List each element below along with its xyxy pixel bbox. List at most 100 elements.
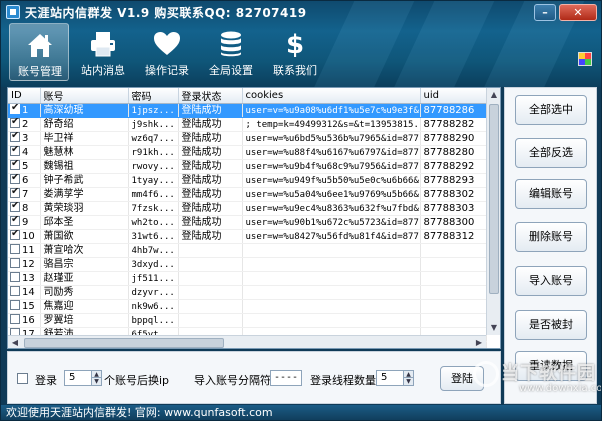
scroll-up-icon[interactable]: ▲	[487, 88, 500, 102]
check-banned-button[interactable]: 是否被封	[515, 310, 587, 340]
table-row[interactable]: 4 魅慧林r91kh...登陆成功user=w=%u88f4%u6167%u679…	[8, 145, 487, 160]
row-id-cell[interactable]: 6	[8, 173, 41, 188]
row-id-cell[interactable]: 1	[8, 103, 41, 118]
table-row[interactable]: 9 邱本圣wh2to...登陆成功user=w=%u90b1%u672c%u572…	[8, 215, 487, 230]
import-account-button[interactable]: 导入账号	[515, 266, 587, 296]
threads-stepper[interactable]: 5 ▲ ▼	[376, 370, 414, 386]
row-checkbox[interactable]	[10, 216, 20, 226]
table-row[interactable]: 16 罗翼培 bppql...	[8, 313, 487, 328]
row-id-cell[interactable]: 5	[8, 159, 41, 174]
row-id: 4	[22, 147, 29, 158]
row-id-cell[interactable]: 14	[8, 285, 41, 300]
row-checkbox[interactable]	[10, 286, 20, 296]
table-row[interactable]: 1 高深幼珉1jpsz...登陆成功user=v=%u9a08%u6df1%u5e…	[8, 103, 487, 118]
row-id-cell[interactable]: 11	[8, 243, 41, 258]
account-cell: 娄满莩学	[40, 187, 129, 202]
row-id-cell[interactable]: 16	[8, 313, 41, 328]
row-checkbox[interactable]	[10, 104, 20, 114]
select-all-button[interactable]: 全部选中	[515, 95, 587, 125]
row-checkbox[interactable]	[10, 202, 20, 212]
table-row[interactable]: 11 萧宣哈次 4hb7w...	[8, 243, 487, 258]
row-id-cell[interactable]: 9	[8, 215, 41, 230]
vertical-scrollbar[interactable]: ▲ ▼	[486, 88, 500, 335]
threads-label: 登录线程数量	[310, 374, 376, 387]
batch-count-stepper[interactable]: 5 ▲ ▼	[64, 370, 102, 386]
table-row[interactable]: 5 魏锡祖rwovy...登陆成功user=w=%u9b4f%u68c9%u795…	[8, 159, 487, 174]
login-label: 登录	[35, 374, 57, 387]
scroll-thumb[interactable]	[489, 104, 499, 294]
row-checkbox[interactable]	[10, 174, 20, 184]
separator-input[interactable]: ----	[270, 370, 302, 386]
account-cell: 赵瑾亚	[40, 271, 129, 286]
column-header[interactable]: cookies	[242, 88, 421, 104]
stepper-down-icon[interactable]: ▼	[91, 378, 101, 385]
delete-account-button[interactable]: 删除账号	[515, 222, 587, 252]
row-id-cell[interactable]: 10	[8, 229, 41, 244]
table-row[interactable]: 10 萧国欲31wt6...登陆成功user=w=%u8427%u56fd%u81…	[8, 229, 487, 244]
table-row[interactable]: 2 舒奇绍j9shk...登陆成功; temp=k=49499312&s=&t=1…	[8, 117, 487, 132]
close-button[interactable]: ✕	[559, 4, 597, 21]
row-checkbox[interactable]	[10, 244, 20, 254]
password-cell: 7fzsk...	[128, 201, 179, 216]
row-id-cell[interactable]: 4	[8, 145, 41, 160]
row-id-cell[interactable]: 12	[8, 257, 41, 272]
row-id-cell[interactable]: 8	[8, 201, 41, 216]
row-checkbox[interactable]	[10, 258, 20, 268]
row-checkbox[interactable]	[10, 132, 20, 142]
row-id-cell[interactable]: 2	[8, 117, 41, 132]
stepper-up-icon[interactable]: ▲	[91, 371, 101, 378]
stepper-down-icon[interactable]: ▼	[403, 378, 413, 385]
table-row[interactable]: 7 娄满莩学mm4f6...登陆成功user=w=%u5a04%u6ee1%u97…	[8, 187, 487, 202]
column-header[interactable]: ID	[8, 88, 41, 104]
password-cell: wh2to...	[128, 215, 179, 230]
row-id-cell[interactable]: 15	[8, 299, 41, 314]
cookies-cell: ; temp=k=49499312&s=&t=13953815...	[242, 117, 421, 132]
account-cell: 骆昌宗	[40, 257, 129, 272]
horizontal-scrollbar[interactable]: ◀ ▶	[8, 335, 486, 348]
table-row[interactable]: 15 焦嘉迎 nk9w6...	[8, 299, 487, 314]
tool-operation-log[interactable]: 操作记录	[137, 23, 197, 81]
row-id-cell[interactable]: 13	[8, 271, 41, 286]
row-checkbox[interactable]	[10, 118, 20, 128]
cookies-cell	[242, 243, 421, 258]
tool-site-message[interactable]: 站内消息	[73, 23, 133, 81]
row-checkbox[interactable]	[10, 300, 20, 310]
tool-contact-us[interactable]: $ 联系我们	[265, 23, 325, 81]
row-id-cell[interactable]: 7	[8, 187, 41, 202]
uid-cell: 87788300	[420, 215, 487, 230]
scroll-down-icon[interactable]: ▼	[487, 321, 500, 335]
account-cell: 高深幼珉	[40, 103, 129, 118]
scroll-thumb[interactable]	[24, 338, 224, 348]
tool-account-management[interactable]: 账号管理	[9, 23, 69, 81]
column-header[interactable]: uid	[420, 88, 487, 104]
table-row[interactable]: 8 黄荣琰羽7fzsk...登陆成功user=w=%u9ec4%u8363%u63…	[8, 201, 487, 216]
row-id: 7	[22, 189, 29, 200]
column-header[interactable]: 账号	[40, 88, 129, 104]
row-checkbox[interactable]	[10, 160, 20, 170]
status-cell	[178, 299, 243, 314]
stepper-up-icon[interactable]: ▲	[403, 371, 413, 378]
row-id: 1	[22, 105, 29, 116]
color-skin-icon[interactable]	[578, 52, 592, 66]
table-row[interactable]: 3 毕卫祥wz6q7...登陆成功user=w=%u6bd5%u536b%u796…	[8, 131, 487, 146]
account-table-panel: ID 账号 密码 登录状态 cookies uid 1高深幼珉1jpsz...登…	[7, 87, 501, 349]
scroll-right-icon[interactable]: ▶	[472, 336, 486, 348]
minimize-button[interactable]: –	[534, 4, 556, 21]
column-header[interactable]: 登录状态	[178, 88, 243, 104]
row-checkbox[interactable]	[10, 272, 20, 282]
table-row[interactable]: 14 司励秀 dzyvr...	[8, 285, 487, 300]
login-checkbox[interactable]	[17, 373, 28, 384]
tool-global-settings[interactable]: 全局设置	[201, 23, 261, 81]
edit-account-button[interactable]: 编辑账号	[515, 179, 587, 209]
row-checkbox[interactable]	[10, 314, 20, 324]
table-row[interactable]: 6 钟子希武1tyay...登陆成功user=w=%u949f%u5b50%u5e…	[8, 173, 487, 188]
row-checkbox[interactable]	[10, 188, 20, 198]
scroll-left-icon[interactable]: ◀	[8, 336, 22, 348]
column-header[interactable]: 密码	[128, 88, 179, 104]
table-row[interactable]: 13 赵瑾亚 jf511...	[8, 271, 487, 286]
table-row[interactable]: 12 骆昌宗 3dxyd...	[8, 257, 487, 272]
row-checkbox[interactable]	[10, 146, 20, 156]
row-id-cell[interactable]: 3	[8, 131, 41, 146]
row-checkbox[interactable]	[10, 230, 20, 240]
invert-selection-button[interactable]: 全部反选	[515, 138, 587, 168]
